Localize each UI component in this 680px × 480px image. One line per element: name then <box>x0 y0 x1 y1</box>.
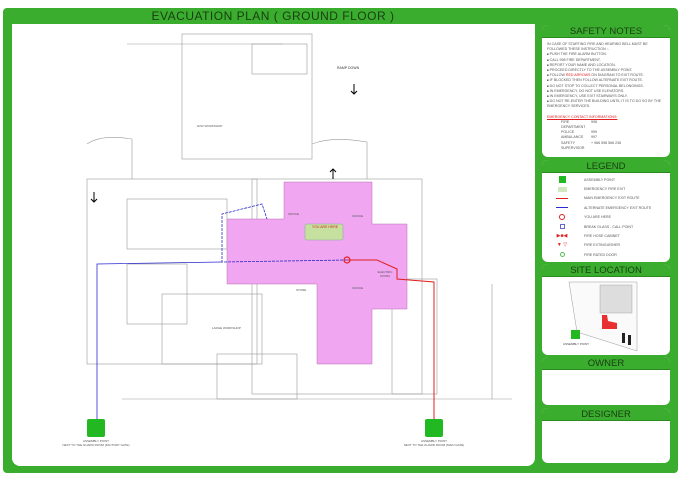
owner-panel: OWNER <box>542 357 670 405</box>
legend-header: LEGEND <box>542 160 670 173</box>
extinguisher-icon: ▼ ▽ <box>556 242 568 249</box>
emergency-exit-icon <box>554 186 570 192</box>
room-label: OFFICE <box>352 286 363 290</box>
site-location-panel: SITE LOCATION ASSEMBLY POINT <box>542 264 670 355</box>
floor-plan: YOU ARE HERE RAMP DOWN OFFICE OFFICE OFF… <box>12 24 535 466</box>
assembly-label-right: ASSEMBLY POINT NEXT TO THE GUARD ROOM (MA… <box>403 439 465 447</box>
room-label: HOD WORKSHOP <box>197 124 223 128</box>
call-point-icon <box>554 224 570 230</box>
assembly-point-icon <box>554 176 570 184</box>
page-title: EVACUATION PLAN ( GROUND FLOOR ) <box>151 9 395 23</box>
room-label: STORE <box>296 288 307 292</box>
assembly-point-icon <box>425 419 443 437</box>
you-are-here-icon <box>554 214 570 221</box>
designer-header: DESIGNER <box>542 408 670 421</box>
blue-arrow-icon <box>554 207 570 209</box>
room-label: OFFICE <box>352 214 363 218</box>
alternate-exit-route-2 <box>96 261 223 419</box>
room-label: ELECTRIC ROOM <box>377 270 393 278</box>
safety-notes-header: SAFETY NOTES <box>542 25 670 38</box>
red-arrow-icon <box>554 197 570 199</box>
assembly-point-icon <box>571 330 580 339</box>
designer-panel: DESIGNER <box>542 408 670 463</box>
floor-plan-drawing <box>86 33 512 437</box>
assembly-label-left: ASSEMBLY POINT NEXT TO THE GUARD ROOM (FA… <box>62 439 130 447</box>
assembly-point-icon <box>87 419 105 437</box>
safety-notes-panel: SAFETY NOTES IN CASE OF STARTING FIRE AN… <box>542 25 670 157</box>
you-are-here-label: YOU ARE HERE <box>311 225 339 229</box>
ramp-label: RAMP DOWN <box>337 66 360 70</box>
room-label: OFFICE <box>288 212 299 216</box>
fire-hose-icon: ▶■◀ <box>556 233 568 240</box>
legend-panel: LEGEND ASSEMBLY POINT EMERGENCY FIRE EXI… <box>542 160 670 262</box>
notes-intro: IN CASE OF STARTING FIRE AND HEARING BEL… <box>547 42 648 52</box>
room-label: LARGE WORKSHOP <box>212 326 241 330</box>
site-location-header: SITE LOCATION <box>542 264 670 277</box>
owner-header: OWNER <box>542 357 670 370</box>
fire-door-icon <box>554 252 570 258</box>
